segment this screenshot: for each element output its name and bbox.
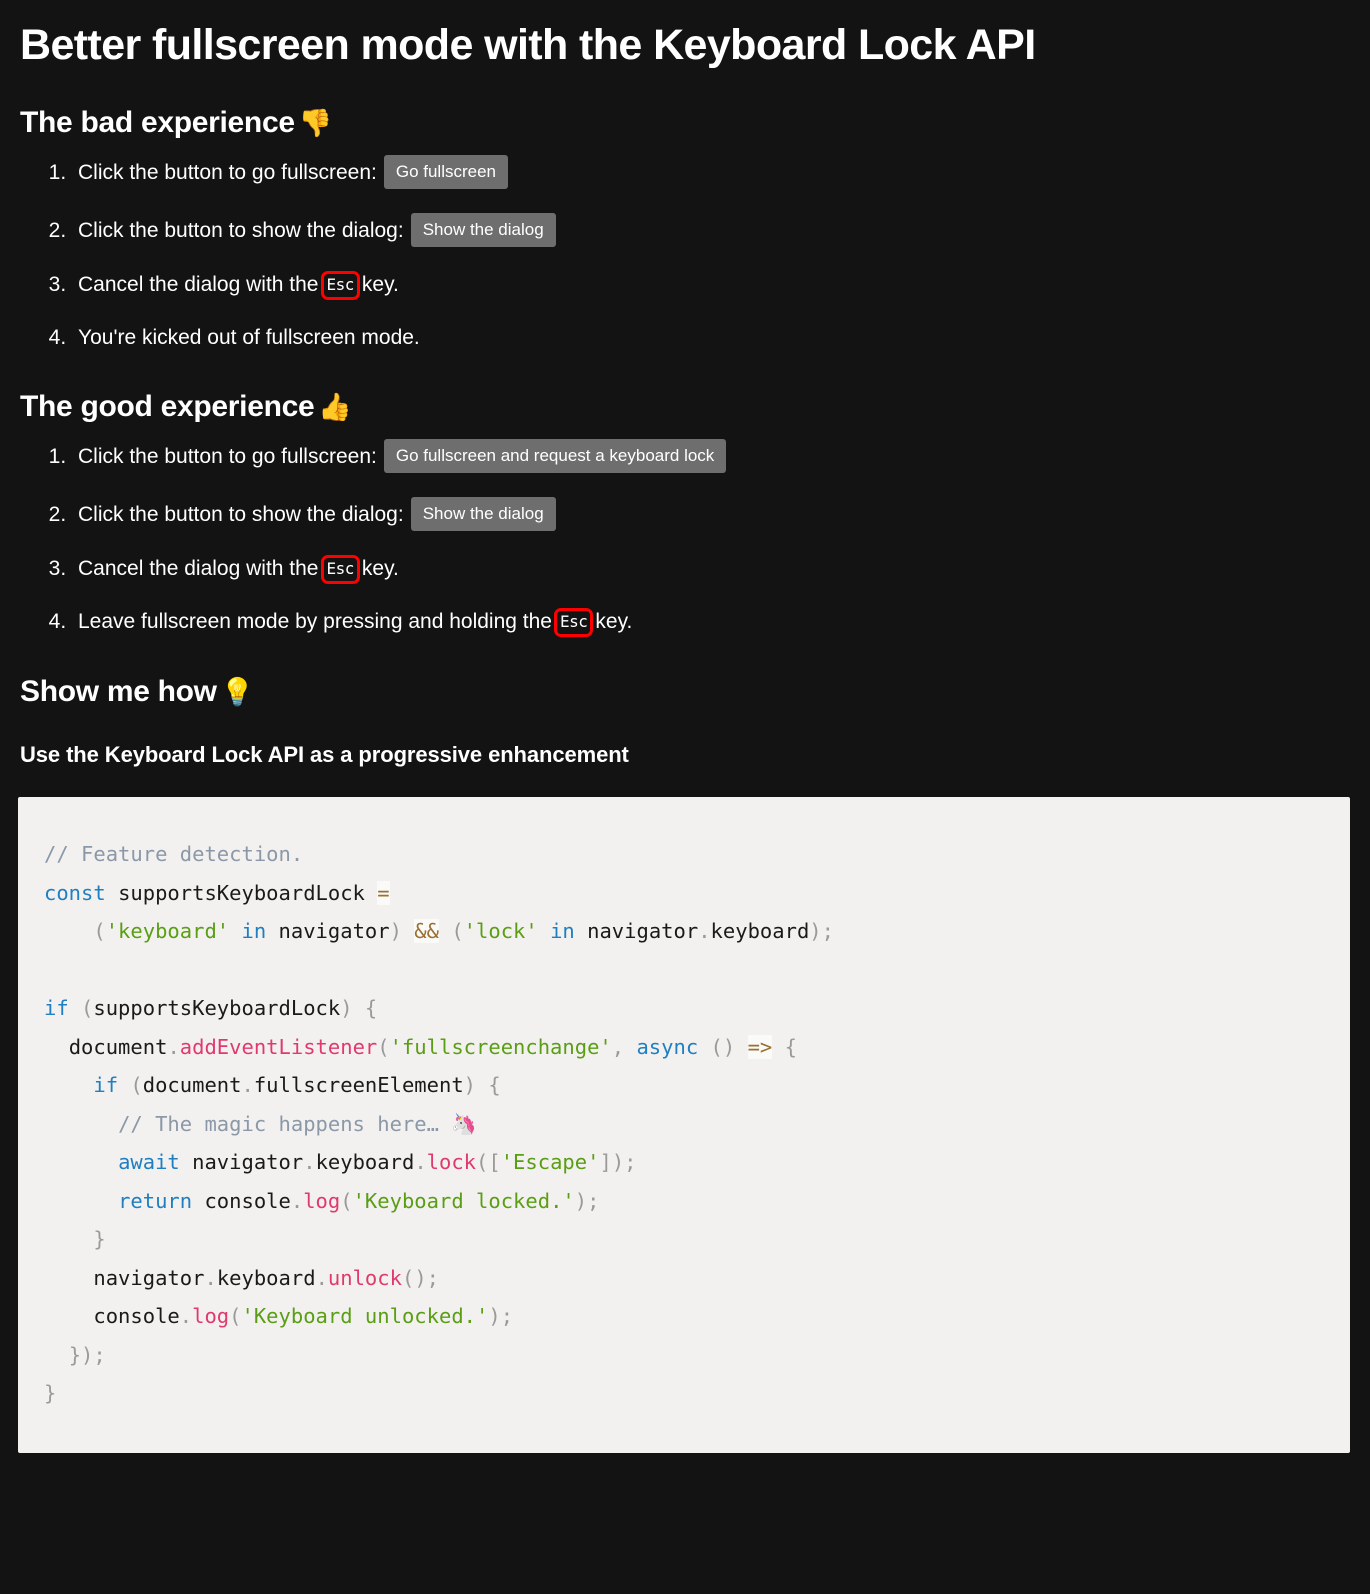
list-item: Leave fullscreen mode by pressing and ho… [72, 607, 1350, 637]
step-text-after: key. [361, 556, 399, 580]
show-the-dialog-button[interactable]: Show the dialog [410, 213, 556, 248]
code-content: // Feature detection. const supportsKeyb… [44, 842, 834, 1406]
list-item: Cancel the dialog with theEsckey. [72, 271, 1350, 301]
list-item: Click the button to go fullscreen:Go ful… [72, 438, 1350, 473]
step-text: Leave fullscreen mode by pressing and ho… [78, 609, 552, 633]
show-the-dialog-button[interactable]: Show the dialog [410, 496, 556, 531]
bad-steps-list: Click the button to go fullscreen:Go ful… [20, 155, 1350, 351]
step-text-after: key. [595, 609, 633, 633]
code-subheading: Use the Keyboard Lock API as a progressi… [20, 741, 629, 767]
step-text: Click the button to show the dialog: [78, 502, 404, 526]
light-bulb-emoji: 💡 [220, 676, 255, 707]
section-heading-good-label: The good experience [20, 389, 315, 423]
good-steps-list: Click the button to go fullscreen:Go ful… [20, 438, 1350, 637]
go-fullscreen-button[interactable]: Go fullscreen [383, 155, 509, 190]
page-root: Better fullscreen mode with the Keyboard… [0, 0, 1370, 1453]
esc-key: Esc [320, 271, 360, 301]
step-text: Click the button to go fullscreen: [78, 161, 377, 185]
go-fullscreen-keyboard-lock-button[interactable]: Go fullscreen and request a keyboard loc… [383, 438, 727, 473]
thumbs-up-emoji: 👍 [318, 391, 352, 422]
list-item: Cancel the dialog with theEsckey. [72, 554, 1350, 584]
section-heading-bad: The bad experience 👎 [20, 106, 1350, 139]
thumbs-down-emoji: 👎 [298, 108, 333, 139]
step-text-after: key. [361, 273, 399, 297]
step-text: Cancel the dialog with the [78, 273, 319, 297]
step-text: You're kicked out of fullscreen mode. [78, 326, 420, 350]
esc-key: Esc [320, 554, 360, 584]
section-heading-how: Show me how 💡 [20, 675, 1350, 708]
code-block: // Feature detection. const supportsKeyb… [18, 797, 1350, 1453]
step-text: Cancel the dialog with the [78, 556, 319, 580]
list-item: Click the button to show the dialog:Show… [72, 496, 1350, 531]
step-text: Click the button to go fullscreen: [78, 444, 377, 468]
section-heading-how-label: Show me how [20, 674, 217, 708]
list-item: Click the button to go fullscreen:Go ful… [72, 155, 1350, 190]
esc-key: Esc [553, 607, 594, 637]
page-title: Better fullscreen mode with the Keyboard… [20, 21, 1036, 69]
list-item: Click the button to show the dialog:Show… [72, 213, 1350, 248]
list-item: You're kicked out of fullscreen mode. [72, 324, 1350, 351]
section-heading-bad-label: The bad experience [20, 106, 295, 140]
section-heading-good: The good experience 👍 [20, 390, 1350, 423]
step-text: Click the button to show the dialog: [78, 219, 404, 243]
